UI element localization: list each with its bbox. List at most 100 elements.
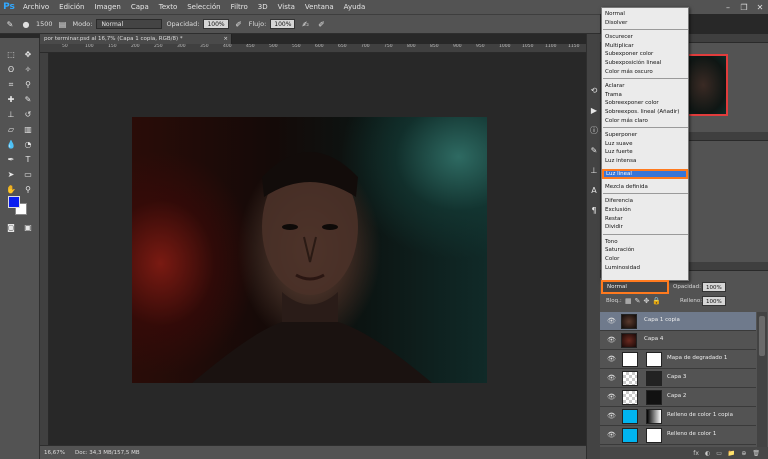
airbrush-icon[interactable]: ✍ [299,20,311,29]
eyedropper-tool-icon[interactable]: ⚲ [22,80,34,90]
blend-option[interactable]: Luz fuerte [605,148,633,156]
blend-option[interactable]: Dividir [605,223,623,231]
menu-seleccion[interactable]: Selección [182,0,225,14]
gradient-tool-icon[interactable]: ▥ [22,125,34,135]
trash-icon[interactable]: 🗑 [752,450,760,457]
minimize-button[interactable]: – [720,0,736,14]
document-tab[interactable]: por terminar.psd al 16,7% (Capa 1 copia,… [40,34,232,44]
blend-option[interactable]: Restar [605,215,623,223]
layer-row[interactable]: 👁 Capa 2 [600,388,756,407]
fill-field[interactable]: 100% [702,296,726,306]
menu-edicion[interactable]: Edición [54,0,89,14]
blend-option[interactable]: Trama [605,91,622,99]
zoom-level[interactable]: 16,67% [44,450,65,456]
layer-thumbnail[interactable] [621,333,637,348]
blend-option[interactable]: Luz intensa [605,157,636,165]
blend-option[interactable]: Exclusión [605,206,631,214]
blend-option[interactable]: Subexposición lineal [605,59,661,67]
brush-tool-icon[interactable]: ✎ [4,20,16,29]
layer-thumbnail[interactable] [621,314,637,329]
blend-option[interactable]: Oscurecer [605,33,633,41]
dodge-tool-icon[interactable]: ◔ [22,140,34,150]
history-panel-icon[interactable]: ⟲ [588,86,600,96]
layer-row[interactable]: 👁 Relleno de color 1 copia [600,407,756,426]
brush-panel-icon[interactable]: ▤ [57,20,69,29]
stamp-tool-icon[interactable]: ⊥ [5,110,17,120]
doc-size[interactable]: Doc: 34,3 MB/157,5 MB [75,450,140,456]
pressure-opacity-icon[interactable]: ✐ [233,20,245,29]
healing-tool-icon[interactable]: ✚ [5,95,17,105]
adjustment-icon[interactable]: ◐ [705,450,710,457]
brush-size-value[interactable]: 1500 [36,20,53,28]
portrait-image[interactable] [132,117,487,383]
visibility-eye-icon[interactable]: 👁 [607,355,616,363]
blur-tool-icon[interactable]: 💧 [5,140,17,150]
blend-mode-select[interactable]: Normal [601,280,669,294]
blend-option[interactable]: Aclarar [605,82,624,90]
layer-row[interactable]: 👁 Capa 3 [600,369,756,388]
visibility-eye-icon[interactable]: 👁 [607,374,616,382]
path-select-tool-icon[interactable]: ➤ [5,170,17,180]
layer-thumbnail[interactable] [622,371,638,386]
layer-thumbnail[interactable] [622,390,638,405]
blend-option[interactable]: Sobreexpos. lineal (Añadir) [605,108,679,116]
character-panel-icon[interactable]: A [588,186,600,196]
blend-option[interactable]: Normal [605,10,625,18]
pressure-size-icon[interactable]: ✐ [315,20,327,29]
close-button[interactable]: ✕ [752,0,768,14]
blend-option[interactable]: Color más oscuro [605,68,653,76]
hand-tool-icon[interactable]: ✋ [5,185,17,195]
blend-option[interactable]: Multiplicar [605,42,634,50]
menu-filtro[interactable]: Filtro [226,0,253,14]
visibility-eye-icon[interactable]: 👁 [607,317,616,325]
layer-thumbnail[interactable] [622,428,638,443]
layer-name[interactable]: Capa 4 [644,336,663,342]
layer-row[interactable]: 👁 Relleno de color 1 [600,426,756,445]
group-icon[interactable]: 📁 [728,450,735,457]
brush-panel-icon[interactable]: ✎ [588,146,600,156]
blend-option[interactable]: Color más claro [605,117,648,125]
blend-option[interactable]: Saturación [605,246,635,254]
layer-thumbnail[interactable] [622,352,638,367]
layer-thumbnail[interactable] [622,409,638,424]
blend-option[interactable]: Tono [605,238,618,246]
history-brush-tool-icon[interactable]: ↺ [22,110,34,120]
marquee-tool-icon[interactable]: ⬚ [5,50,17,60]
blend-option[interactable]: Mezcla definida [605,183,648,191]
blend-option[interactable]: Diferencia [605,197,633,205]
mode-select[interactable]: Normal [96,19,163,29]
menu-ventana[interactable]: Ventana [300,0,339,14]
blend-option-highlighted[interactable]: Luz lineal [602,169,688,179]
flow-field[interactable]: 100% [270,19,296,29]
blend-option[interactable]: Luminosidad [605,264,640,272]
menu-vista[interactable]: Vista [273,0,300,14]
blend-option[interactable]: Luz suave [605,140,632,148]
menu-capa[interactable]: Capa [126,0,154,14]
layer-name[interactable]: Relleno de color 1 copia [667,412,733,418]
layers-scrollbar[interactable] [757,312,767,447]
blend-option[interactable]: Disolver [605,19,627,27]
menu-imagen[interactable]: Imagen [90,0,126,14]
blend-option[interactable]: Subexponer color [605,50,653,58]
pen-tool-icon[interactable]: ✒ [5,155,17,165]
shape-tool-icon[interactable]: ▭ [22,170,34,180]
layer-mask-thumbnail[interactable] [646,371,662,386]
new-layer-icon[interactable]: ⊕ [741,450,746,457]
layer-mask-thumbnail[interactable] [646,390,662,405]
quick-mask-icon[interactable]: ◙ [5,223,17,233]
menu-3d[interactable]: 3D [253,0,273,14]
layer-name[interactable]: Capa 1 copia [644,317,680,323]
lock-icons[interactable]: ▦✎✥🔒 [625,297,664,305]
visibility-eye-icon[interactable]: 👁 [607,393,616,401]
foreground-color-swatch[interactable] [8,196,20,208]
layer-row[interactable]: 👁 Mapa de degradado 1 [600,350,756,369]
lasso-tool-icon[interactable]: ʘ [5,65,17,75]
menu-texto[interactable]: Texto [154,0,182,14]
layer-row[interactable]: 👁 Capa 4 [600,331,756,350]
clone-panel-icon[interactable]: ⊥ [588,166,600,176]
layer-name[interactable]: Capa 2 [667,393,686,399]
blend-option[interactable]: Superponer [605,131,637,139]
restore-button[interactable]: ❐ [736,0,752,14]
layer-name[interactable]: Mapa de degradado 1 [667,355,727,361]
blend-option[interactable]: Sobreexponer color [605,99,659,107]
